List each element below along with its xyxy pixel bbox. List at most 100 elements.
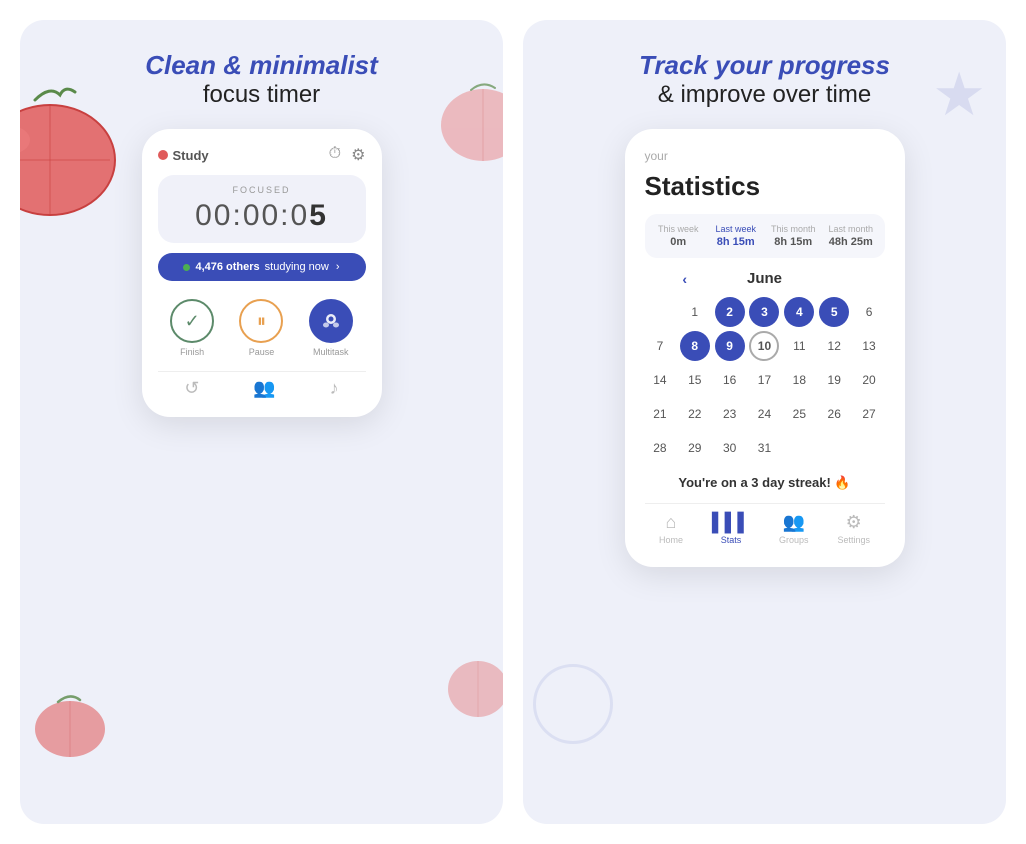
multitask-label: Multitask [313,347,349,357]
cal-day-6[interactable]: 6 [854,297,884,327]
stat-this-week: This week 0m [653,224,705,248]
home-icon: ⌂ [666,512,677,533]
cal-day-14[interactable]: 14 [645,365,675,395]
left-panel: Clean & minimalist focus timer Study ⏱ ⚙… [20,20,503,824]
study-label: Study [158,148,209,163]
cal-day-4[interactable]: 4 [784,297,814,327]
calendar-header: ‹ June › [645,270,885,287]
streak-text: You're on a 3 day streak! 🔥 [645,475,885,491]
cal-day-28[interactable]: 28 [645,433,675,463]
tab-groups[interactable]: 👥 Groups [779,512,809,545]
stat-this-month: This month 8h 15m [768,224,820,248]
cal-day-13[interactable]: 13 [854,331,884,361]
studying-now-button[interactable]: 4,476 others studying now › [158,253,366,281]
finish-label: Finish [180,347,204,357]
cal-day-2[interactable]: 2 [715,297,745,327]
settings-label: Settings [837,535,870,545]
cal-day-23[interactable]: 23 [715,399,745,429]
cal-prev-button[interactable]: ‹ [682,271,687,287]
multitask-button[interactable]: Multitask [309,299,353,357]
cal-day-12[interactable]: 12 [819,331,849,361]
cal-day-24[interactable]: 24 [749,399,779,429]
tab-home[interactable]: ⌂ Home [659,512,683,545]
cal-day-30[interactable]: 30 [715,433,745,463]
app-container: Clean & minimalist focus timer Study ⏱ ⚙… [0,0,1026,844]
cal-day-3[interactable]: 3 [749,297,779,327]
study-dot-icon [158,150,168,160]
cal-day-7[interactable]: 7 [645,331,675,361]
timer-display: 00:00:05 [158,199,366,233]
cal-day-19[interactable]: 19 [819,365,849,395]
stats-label-small: your [645,149,885,163]
finish-circle: ✓ [170,299,214,343]
studying-count: 4,476 others [195,261,259,273]
cal-day-31[interactable]: 31 [749,433,779,463]
left-headline-normal: focus timer [145,81,378,109]
multitask-circle [309,299,353,343]
calendar-grid: 1 2 3 4 5 6 7 8 9 10 11 12 13 14 15 [645,297,885,463]
deco-tomato-top-left [20,80,120,220]
cal-day-25[interactable]: 25 [784,399,814,429]
timer-main: 00:00:0 [195,199,309,232]
right-headline: Track your progress & improve over time [639,50,890,109]
cal-day-9[interactable]: 9 [715,331,745,361]
pause-label: Pause [249,347,275,357]
cal-month-label: June [747,270,782,287]
focused-label: FOCUSED [158,185,366,195]
stat-last-month: Last month 48h 25m [825,224,877,248]
bottom-nav: ⌂ Home ▌▌▌ Stats 👥 Groups ⚙ Settings [645,503,885,547]
left-headline: Clean & minimalist focus timer [145,50,378,109]
online-dot-icon [183,264,190,271]
phone-left-mockup: Study ⏱ ⚙ FOCUSED 00:00:05 4,476 others … [142,129,382,417]
cal-day-21[interactable]: 21 [645,399,675,429]
stats-title: Statistics [645,171,885,202]
phone-bottom-nav: ↺ 👥 ♪ [158,371,366,401]
home-label: Home [659,535,683,545]
settings-icon: ⚙ [846,512,862,533]
timer-icon: ⏱ [329,145,341,165]
right-headline-italic: Track your progress [639,50,890,81]
tab-settings[interactable]: ⚙ Settings [837,512,870,545]
pause-button[interactable]: ⏸ Pause [239,299,283,357]
cal-day-15[interactable]: 15 [680,365,710,395]
cal-day-11[interactable]: 11 [784,331,814,361]
phone-right-mockup: your Statistics This week 0m Last week 8… [625,129,905,567]
action-buttons: ✓ Finish ⏸ Pause [158,291,366,361]
arrow-icon: › [336,261,340,273]
cal-day-22[interactable]: 22 [680,399,710,429]
calendar-section: ‹ June › 1 2 3 4 5 6 7 8 9 1 [645,270,885,463]
timer-last-digit: 5 [309,199,328,232]
study-text: Study [173,148,209,163]
cal-day-20[interactable]: 20 [854,365,884,395]
stats-icon: ▌▌▌ [712,512,750,533]
pause-circle: ⏸ [239,299,283,343]
cal-day-5[interactable]: 5 [819,297,849,327]
deco-star-icon: ★ [932,60,986,130]
cal-day-17[interactable]: 17 [749,365,779,395]
history-tab-icon[interactable]: ↺ [184,378,199,399]
cal-day-26[interactable]: 26 [819,399,849,429]
groups-label: Groups [779,535,809,545]
phone-topbar: Study ⏱ ⚙ [158,145,366,165]
deco-tomato-bottom-right [443,634,503,724]
cal-day-29[interactable]: 29 [680,433,710,463]
cal-day-10[interactable]: 10 [749,331,779,361]
music-tab-icon[interactable]: ♪ [330,378,339,399]
deco-tomato-top-right [433,70,503,170]
finish-button[interactable]: ✓ Finish [170,299,214,357]
stat-last-week: Last week 8h 15m [710,224,762,248]
left-headline-italic: Clean & minimalist [145,50,378,81]
cal-day-27[interactable]: 27 [854,399,884,429]
timer-section: FOCUSED 00:00:05 [158,175,366,243]
cal-day-8[interactable]: 8 [680,331,710,361]
cal-day-16[interactable]: 16 [715,365,745,395]
right-headline-normal: & improve over time [639,81,890,109]
right-panel: ★ Track your progress & improve over tim… [523,20,1006,824]
social-tab-icon[interactable]: 👥 [253,378,275,399]
studying-label: studying now [265,261,329,273]
deco-circle [533,664,613,744]
cal-day-18[interactable]: 18 [784,365,814,395]
cal-day-1[interactable]: 1 [680,297,710,327]
groups-icon: 👥 [783,512,805,533]
tab-stats[interactable]: ▌▌▌ Stats [712,512,750,545]
